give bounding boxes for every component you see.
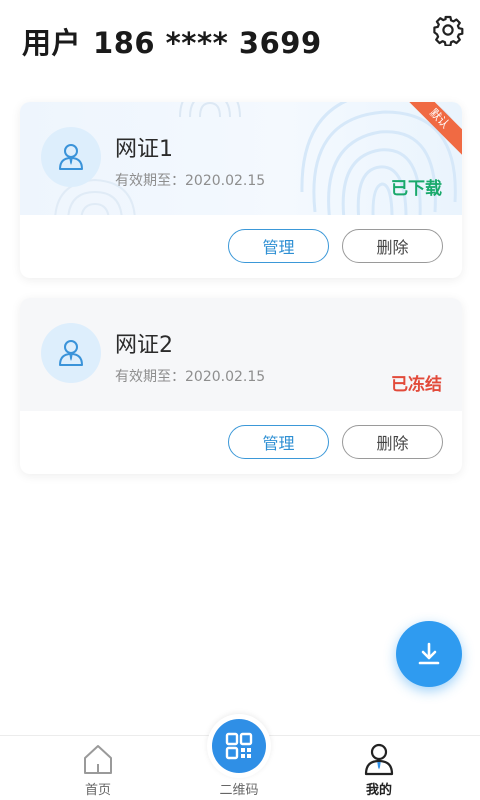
tab-label: 首页 xyxy=(84,783,111,798)
status-badge: 已冻结 xyxy=(391,375,442,395)
tab-qr-code[interactable]: 二维码 xyxy=(189,714,289,800)
card-validity: 有效期至：2020.02.15 xyxy=(115,369,266,385)
tab-label: 二维码 xyxy=(219,783,259,798)
qr-code-icon xyxy=(225,732,253,760)
manage-button[interactable]: 管理 xyxy=(228,425,329,459)
phone-number: 186 **** 3699 xyxy=(93,26,322,60)
manage-button[interactable]: 管理 xyxy=(228,229,329,263)
card-header: 网证2 有效期至：2020.02.15 已冻结 xyxy=(20,298,462,411)
avatar xyxy=(41,127,101,187)
user-icon xyxy=(59,144,83,170)
credential-card[interactable]: 网证1 有效期至：2020.02.15 已下载 默认 管理 删除 xyxy=(20,102,462,278)
delete-button[interactable]: 删除 xyxy=(342,425,443,459)
qr-button-ring xyxy=(207,714,271,778)
fingerprint-watermark xyxy=(179,102,241,117)
home-icon xyxy=(84,745,112,774)
status-badge: 已下载 xyxy=(391,179,442,199)
card-name: 网证1 xyxy=(115,137,173,162)
tab-home[interactable]: 首页 xyxy=(48,736,148,800)
avatar xyxy=(41,323,101,383)
title-prefix: 用户 xyxy=(22,26,82,60)
download-icon xyxy=(418,642,440,665)
qr-button xyxy=(212,719,266,773)
tab-bar: 首页 二维码 我的 xyxy=(0,714,480,800)
download-button[interactable] xyxy=(396,621,462,687)
header: 用户 186 **** 3699 xyxy=(0,0,480,80)
card-header: 网证1 有效期至：2020.02.15 已下载 默认 xyxy=(20,102,462,215)
gear-icon xyxy=(433,15,464,46)
user-icon xyxy=(59,340,83,366)
user-icon xyxy=(364,743,394,776)
delete-button[interactable]: 删除 xyxy=(342,229,443,263)
tab-mine[interactable]: 我的 xyxy=(329,736,429,800)
settings-button[interactable] xyxy=(430,12,466,48)
card-name: 网证2 xyxy=(115,333,173,358)
page-title: 用户 186 **** 3699 xyxy=(22,20,322,62)
credential-card[interactable]: 网证2 有效期至：2020.02.15 已冻结 管理 删除 xyxy=(20,298,462,474)
card-validity: 有效期至：2020.02.15 xyxy=(115,173,266,189)
tab-label: 我的 xyxy=(365,783,392,798)
